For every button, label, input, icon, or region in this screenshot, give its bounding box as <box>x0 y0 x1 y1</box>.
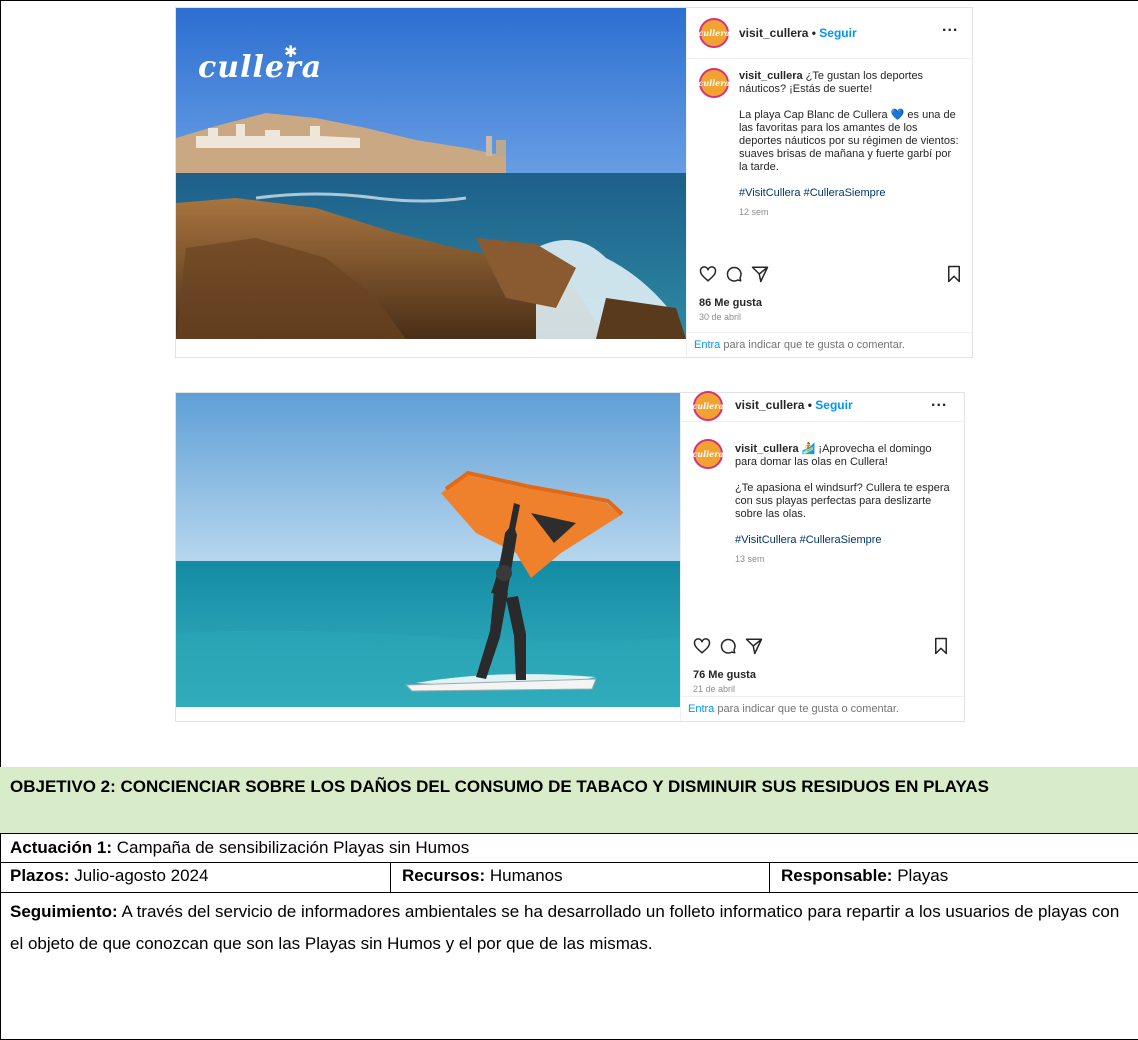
comment-icon[interactable] <box>719 637 737 655</box>
separator-dot: • <box>807 398 812 412</box>
avatar-label: cullera <box>698 78 730 88</box>
time-ago: 13 sem <box>735 554 765 564</box>
likes-count[interactable]: 86 Me gusta <box>699 297 762 309</box>
time-ago: 12 sem <box>739 207 769 217</box>
instagram-post-1: cullera ✱ cullera visit_cullera • Seguir… <box>175 7 974 358</box>
login-prompt-text: para indicar que te gusta o comentar. <box>720 339 905 351</box>
follow-button[interactable]: Seguir <box>815 398 852 412</box>
login-link[interactable]: Entra <box>694 339 720 351</box>
post-actions <box>687 261 974 291</box>
likes-count[interactable]: 76 Me gusta <box>693 669 756 681</box>
avatar[interactable]: cullera <box>698 18 730 48</box>
post-photo-coast[interactable]: cullera ✱ <box>176 8 686 339</box>
post-author: visit_cullera • Seguir <box>735 398 853 412</box>
caption-line-2: ¿Te apasiona el windsurf? Cullera te esp… <box>735 482 950 520</box>
more-options-icon[interactable]: ... <box>931 393 947 411</box>
caption-avatar[interactable]: cullera <box>698 68 730 98</box>
cell-divider <box>769 862 770 892</box>
objective-heading: OBJETIVO 2: CONCIENCIAR SOBRE LOS DAÑOS … <box>0 767 1138 833</box>
deadline-resources-row: Plazos: Julio-agosto 2024 Recursos: Huma… <box>0 862 1138 892</box>
caption-username[interactable]: visit_cullera <box>739 70 803 82</box>
login-link[interactable]: Entra <box>688 703 714 715</box>
login-prompt: Entra para indicar que te gusta o coment… <box>680 696 964 721</box>
share-icon[interactable] <box>745 637 763 655</box>
cell-divider <box>390 862 391 892</box>
action-value: Campaña de sensibilización Playas sin Hu… <box>112 838 470 857</box>
post-sidebar: cullera visit_cullera • Seguir ... culle… <box>680 391 966 721</box>
share-icon[interactable] <box>751 265 769 283</box>
caption-avatar[interactable]: cullera <box>692 439 724 469</box>
instagram-post-2: cullera visit_cullera • Seguir ... culle… <box>175 391 966 722</box>
action-label: Actuación 1: <box>10 838 113 857</box>
avatar-label: cullera <box>692 401 724 411</box>
heart-icon[interactable] <box>693 637 711 655</box>
bookmark-icon[interactable] <box>946 265 962 283</box>
bookmark-icon[interactable] <box>933 637 949 655</box>
comment-icon[interactable] <box>725 265 743 283</box>
action-row: Actuación 1: Campaña de sensibilización … <box>0 833 1138 862</box>
post-date: 30 de abril <box>699 312 742 322</box>
username-link[interactable]: visit_cullera <box>739 26 808 40</box>
followup-label: Seguimiento: <box>10 902 118 921</box>
avatar[interactable]: cullera <box>692 391 724 421</box>
caption-username[interactable]: visit_cullera <box>735 443 799 455</box>
heart-icon[interactable] <box>699 265 717 283</box>
post-author: visit_cullera • Seguir <box>739 26 857 40</box>
sun-icon: ✱ <box>284 44 298 61</box>
avatar-label: cullera <box>692 449 724 459</box>
responsible-value: Playas <box>892 866 949 885</box>
post-date: 21 de abril <box>693 684 736 694</box>
responsible-label: Responsable: <box>781 866 893 885</box>
post-caption: visit_cullera ¿Te gustan los deportes ná… <box>739 70 959 219</box>
post-sidebar: cullera visit_cullera • Seguir ... culle… <box>686 8 974 357</box>
follow-button[interactable]: Seguir <box>819 26 856 40</box>
responsible-cell: Responsable: Playas <box>781 862 948 890</box>
cullera-logo: cullera <box>198 50 323 85</box>
post-actions <box>681 633 966 663</box>
hashtags[interactable]: #VisitCullera #CulleraSiempre <box>735 534 955 547</box>
login-prompt-text: para indicar que te gusta o comentar. <box>714 703 899 715</box>
deadline-cell: Plazos: Julio-agosto 2024 <box>10 862 208 890</box>
avatar-label: cullera <box>698 28 730 38</box>
separator-dot: • <box>811 26 816 40</box>
more-options-icon[interactable]: ... <box>942 18 958 36</box>
post-header: cullera visit_cullera • Seguir ... <box>681 391 966 422</box>
followup-value: A través del servicio de informadores am… <box>10 902 1120 953</box>
deadline-value: Julio-agosto 2024 <box>69 866 209 885</box>
windsurf-photo-image <box>176 393 680 707</box>
post-header: cullera visit_cullera • Seguir ... <box>687 8 974 59</box>
login-prompt: Entra para indicar que te gusta o coment… <box>686 332 972 357</box>
followup-row: Seguimiento: A través del servicio de in… <box>0 892 1138 1032</box>
resources-cell: Recursos: Humanos <box>402 862 563 890</box>
post-caption: visit_cullera 🏄 ¡Aprovecha el domingo pa… <box>735 443 955 566</box>
caption-line-2: La playa Cap Blanc de Cullera 💙 es una d… <box>739 109 959 173</box>
hashtags[interactable]: #VisitCullera #CulleraSiempre <box>739 187 959 200</box>
deadline-label: Plazos: <box>10 866 70 885</box>
post-photo-windsurf[interactable] <box>176 393 680 707</box>
resources-value: Humanos <box>485 866 563 885</box>
resources-label: Recursos: <box>402 866 486 885</box>
username-link[interactable]: visit_cullera <box>735 398 804 412</box>
